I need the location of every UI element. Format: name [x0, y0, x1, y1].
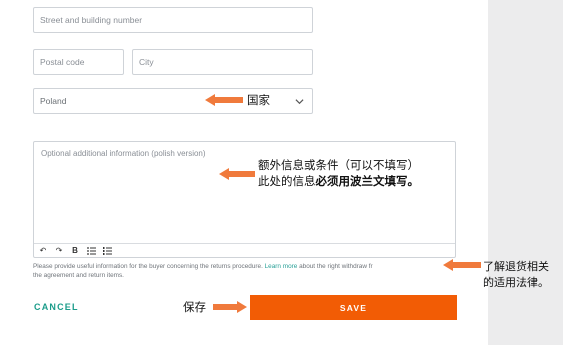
annotation-extra-info-bold: 必须用波兰文填写。 — [315, 174, 420, 188]
annotation-arrow-extra-info — [219, 168, 255, 180]
learn-more-link[interactable]: Learn more — [265, 263, 298, 270]
chevron-down-icon — [295, 99, 304, 105]
country-select-value: Poland — [40, 96, 67, 106]
cancel-button[interactable]: CANCEL — [34, 302, 79, 312]
postal-code-input[interactable] — [33, 49, 124, 75]
save-button[interactable]: SAVE — [250, 295, 457, 320]
annotation-arrow-save — [213, 301, 247, 313]
redo-icon[interactable]: ↷ — [54, 246, 64, 256]
annotation-arrow-legal — [443, 259, 481, 271]
annotation-arrow-country — [205, 94, 243, 106]
help-text-prefix: Please provide useful information for th… — [33, 263, 265, 270]
street-input[interactable] — [33, 7, 313, 33]
country-select[interactable]: Poland — [33, 88, 313, 114]
annotation-legal-line2: 的适用法律。 — [483, 276, 549, 289]
textarea-placeholder: Optional additional information (polish … — [41, 149, 206, 158]
annotation-extra-info-line2: 此处的信息必须用波兰文填写。 — [258, 173, 419, 189]
annotation-extra-info-prefix: 此处的信息 — [258, 174, 316, 188]
side-strip — [488, 0, 563, 345]
annotation-country: 国家 — [247, 93, 270, 107]
bullet-list-icon[interactable] — [86, 246, 96, 256]
annotation-save: 保存 — [183, 300, 206, 314]
annotation-extra-info: 额外信息或条件（可以不填写） 此处的信息必须用波兰文填写。 — [258, 157, 419, 189]
help-text: Please provide useful information for th… — [33, 262, 448, 280]
help-text-line2: the agreement and return items. — [33, 272, 124, 279]
help-text-suffix: about the right withdraw fr — [297, 263, 373, 270]
city-input[interactable] — [132, 49, 313, 75]
annotation-extra-info-line1: 额外信息或条件（可以不填写） — [258, 158, 419, 172]
annotation-legal-line1: 了解退货相关 — [483, 260, 549, 273]
undo-icon[interactable]: ↶ — [38, 246, 48, 256]
editor-toolbar: ↶ ↷ B — [34, 243, 455, 257]
annotation-legal: 了解退货相关 的适用法律。 — [483, 259, 549, 291]
numbered-list-icon[interactable] — [102, 246, 112, 256]
bold-button[interactable]: B — [70, 246, 80, 256]
